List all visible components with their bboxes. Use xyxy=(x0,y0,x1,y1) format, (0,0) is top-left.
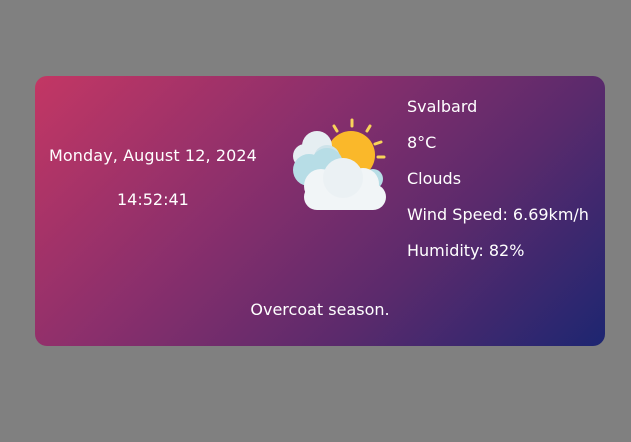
temperature: 8°C xyxy=(407,133,437,152)
weather-message: Overcoat season. xyxy=(250,300,390,319)
current-date: Monday, August 12, 2024 xyxy=(49,146,257,165)
sun-behind-clouds-icon xyxy=(285,116,395,216)
current-time: 14:52:41 xyxy=(117,190,189,209)
weather-info: Svalbard 8°C Clouds Wind Speed: 6.69km/h… xyxy=(407,96,589,276)
wind-speed: Wind Speed: 6.69km/h xyxy=(407,205,589,224)
weather-card: Monday, August 12, 2024 14:52:41 Svalbar… xyxy=(35,76,605,346)
weather-condition: Clouds xyxy=(407,169,462,188)
humidity: Humidity: 82% xyxy=(407,241,525,260)
city-name: Svalbard xyxy=(407,97,478,116)
